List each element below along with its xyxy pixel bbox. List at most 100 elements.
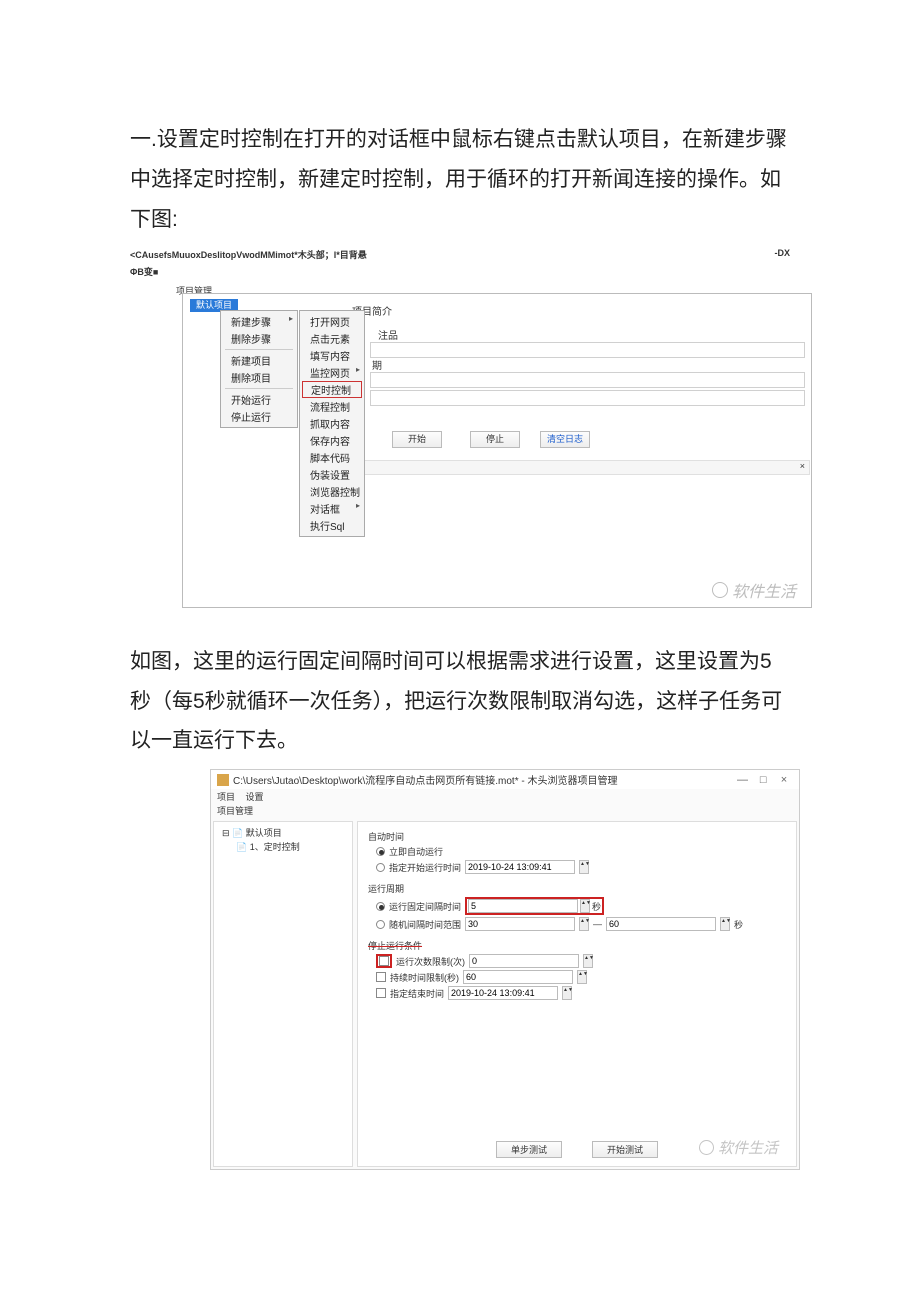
btn-start-test[interactable]: 开始测试 <box>592 1141 658 1158</box>
fig2-watermark: 软件生活 <box>699 1137 778 1158</box>
menu2-monitor[interactable]: 监控网页 <box>300 364 364 381</box>
grp-period: 运行周期 <box>368 882 786 895</box>
label-dur: 持续时间限制(秒) <box>390 971 459 984</box>
fig2-tree: ⊟ 📄 默认项目 📄 1、定时控制 <box>213 821 353 1167</box>
menu1-sep1 <box>225 349 293 350</box>
fig1-section-prod: 注品 <box>378 327 398 342</box>
menu1-new-proj[interactable]: 新建项目 <box>221 352 297 369</box>
menu2-sql[interactable]: 执行Sql <box>300 517 364 534</box>
window-max-button[interactable]: □ <box>754 774 772 786</box>
input-count[interactable] <box>469 954 579 968</box>
fig2-titlebar: C:\Users\Jutao\Desktop\work\流程序自动点击网页所有链… <box>211 770 799 789</box>
checkbox-end[interactable] <box>376 988 386 998</box>
label-rand-unit: 秒 <box>734 918 743 931</box>
input-end-time[interactable] <box>448 986 558 1000</box>
label-interval-unit: 秒 <box>592 900 601 913</box>
menubar-settings[interactable]: 设置 <box>246 792 264 802</box>
row-rb-now: 立即自动运行 <box>376 845 786 858</box>
fig1-start-button[interactable]: 开始 <box>392 431 442 448</box>
grp-auto: 自动时间 <box>368 830 786 843</box>
figure-2: C:\Users\Jutao\Desktop\work\流程序自动点击网页所有链… <box>210 769 800 1170</box>
fig1-log-close[interactable]: × <box>800 461 805 474</box>
fig1-path-left: <CAusefsMuuoxDeslitopVwodMMimot*木头部；l*目背… <box>130 250 367 260</box>
menu2-browser[interactable]: 浏览器控制 <box>300 483 364 500</box>
fig2-menubar: 项目 设置 <box>211 789 799 804</box>
fig2-body: ⊟ 📄 默认项目 📄 1、定时控制 自动时间 立即自动运行 指定开始运行时间 ▲… <box>211 819 799 1169</box>
menubar-project[interactable]: 项目 <box>217 792 235 802</box>
fig1-path-right: -DX <box>775 248 791 258</box>
input-interval[interactable] <box>468 899 578 913</box>
menu1-start[interactable]: 开始运行 <box>221 391 297 408</box>
fig2-title-text: C:\Users\Jutao\Desktop\work\流程序自动点击网页所有链… <box>233 772 618 787</box>
label-fixed: 指定开始运行时间 <box>389 861 461 874</box>
spin-count[interactable]: ▲▼ <box>583 954 593 968</box>
tree-child-1[interactable]: 📄 1、定时控制 <box>236 840 348 854</box>
body-para-1: 一.设置定时控制在打开的对话框中鼠标右键点击默认项目，在新建步骤中选择定时控制，… <box>130 120 790 240</box>
fig1-clearlog-button[interactable]: 清空日志 <box>540 431 590 448</box>
tree-root[interactable]: ⊟ 📄 默认项目 <box>222 826 348 840</box>
fig1-watermark-text: 软件生活 <box>732 578 796 602</box>
fig1-context-menu[interactable]: 新建步骤 删除步骤 新建项目 删除项目 开始运行 停止运行 <box>220 310 298 428</box>
fig1-field-3[interactable] <box>370 390 805 406</box>
label-rand: 随机间隔时间范围 <box>389 918 461 931</box>
fig1-extra-text: ΦB变■ <box>130 265 790 278</box>
menu2-script[interactable]: 脚本代码 <box>300 449 364 466</box>
menu2-flow[interactable]: 流程控制 <box>300 398 364 415</box>
figure-1: 项目管理 默认项目 项目简介 注品 期 开始 停止 清空日志 志 × 新建步骤 … <box>130 282 816 612</box>
window-min-button[interactable]: — <box>733 774 751 786</box>
fig1-field-1[interactable] <box>370 342 805 358</box>
menu2-open-page[interactable]: 打开网页 <box>300 313 364 330</box>
spin-end[interactable]: ▲▼ <box>562 986 572 1000</box>
spin-rand-hi[interactable]: ▲▼ <box>720 917 730 931</box>
menu2-timer-ctrl[interactable]: 定时控制 <box>302 381 362 398</box>
menu1-del-step[interactable]: 删除步骤 <box>221 330 297 347</box>
label-now: 立即自动运行 <box>389 845 443 858</box>
fig2-subbar: 项目管理 <box>211 804 799 819</box>
grp-stop: 停止运行条件 <box>368 939 786 952</box>
row-cb-end: 指定结束时间 ▲▼ <box>376 986 786 1000</box>
count-highlight <box>376 954 392 968</box>
rand-sep: — <box>593 919 602 929</box>
menu2-click-el[interactable]: 点击元素 <box>300 330 364 347</box>
menu2-dialog[interactable]: 对话框 <box>300 500 364 517</box>
spin-rand-lo[interactable]: ▲▼ <box>579 917 589 931</box>
input-dur[interactable] <box>463 970 573 984</box>
fig2-form-panel: 自动时间 立即自动运行 指定开始运行时间 ▲▼ 运行周期 运行固定间隔时间 ▲▼… <box>357 821 797 1167</box>
spin-dur[interactable]: ▲▼ <box>577 970 587 984</box>
wechat-icon <box>712 582 728 598</box>
menu2-save[interactable]: 保存内容 <box>300 432 364 449</box>
row-rb-rand: 随机间隔时间范围 ▲▼ — ▲▼ 秒 <box>376 917 786 931</box>
btn-step-test[interactable]: 单步测试 <box>496 1141 562 1158</box>
menu1-del-proj[interactable]: 删除项目 <box>221 369 297 386</box>
radio-interval[interactable] <box>376 902 385 911</box>
wechat-icon <box>699 1140 714 1155</box>
spin-fixed[interactable]: ▲▼ <box>579 860 589 874</box>
radio-rand[interactable] <box>376 920 385 929</box>
input-rand-hi[interactable] <box>606 917 716 931</box>
input-fixed-time[interactable] <box>465 860 575 874</box>
fig1-watermark: 软件生活 <box>712 578 796 602</box>
window-close-button[interactable]: × <box>775 774 793 786</box>
menu1-stop[interactable]: 停止运行 <box>221 408 297 425</box>
menu2-fill[interactable]: 填写内容 <box>300 347 364 364</box>
body-para-2: 如图，这里的运行固定间隔时间可以根据需求进行设置，这里设置为5秒（每5秒就循环一… <box>130 642 790 762</box>
checkbox-count[interactable] <box>379 956 389 966</box>
fig1-log-line: 志 × <box>350 460 810 475</box>
menu1-new-step[interactable]: 新建步骤 <box>221 313 297 330</box>
spin-interval[interactable]: ▲▼ <box>580 899 590 913</box>
fig1-context-submenu[interactable]: 打开网页 点击元素 填写内容 监控网页 定时控制 流程控制 抓取内容 保存内容 … <box>299 310 365 537</box>
input-rand-lo[interactable] <box>465 917 575 931</box>
fig1-stop-button[interactable]: 停止 <box>470 431 520 448</box>
radio-fixed[interactable] <box>376 863 385 872</box>
radio-now[interactable] <box>376 847 385 856</box>
tree-child-label: 1、定时控制 <box>250 842 300 852</box>
menu2-disguise[interactable]: 伪装设置 <box>300 466 364 483</box>
menu2-grab[interactable]: 抓取内容 <box>300 415 364 432</box>
fig1-field-2[interactable] <box>370 372 805 388</box>
fig1-section-period: 期 <box>372 357 382 372</box>
tree-root-label: 默认项目 <box>246 828 282 838</box>
fig2-watermark-text: 软件生活 <box>718 1137 778 1158</box>
checkbox-dur[interactable] <box>376 972 386 982</box>
interval-highlight: ▲▼ 秒 <box>465 897 604 915</box>
row-cb-dur: 持续时间限制(秒) ▲▼ <box>376 970 786 984</box>
